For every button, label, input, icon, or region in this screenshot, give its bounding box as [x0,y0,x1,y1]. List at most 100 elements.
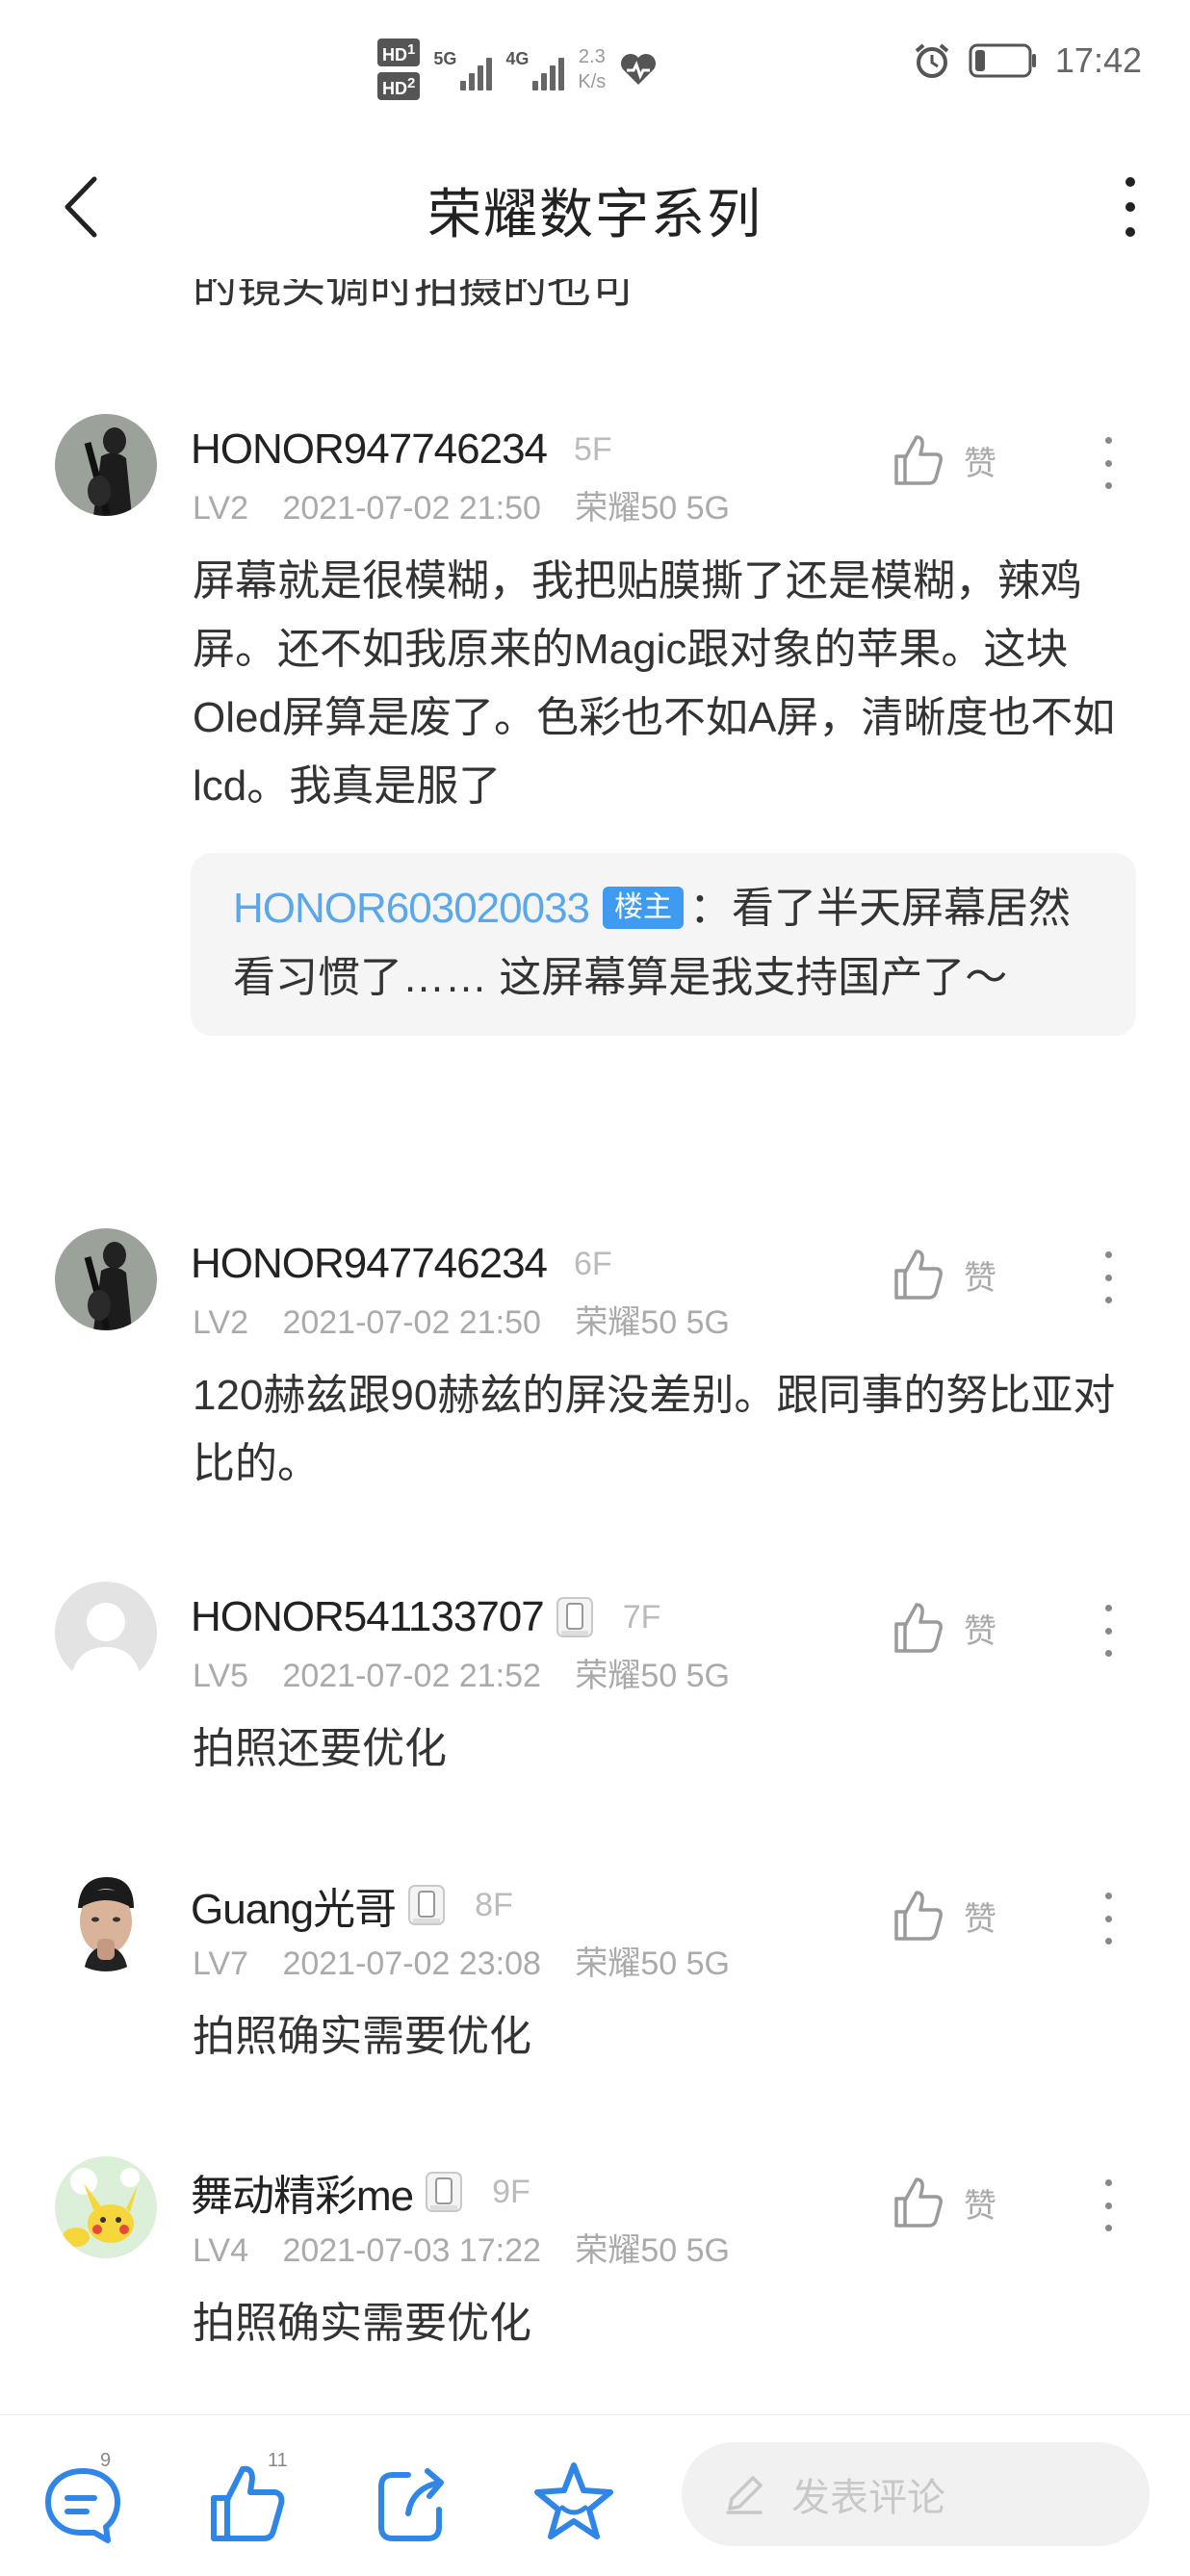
username[interactable]: HONOR947746234 [191,425,548,474]
device-name: 荣耀50 5G [575,1658,730,1694]
phone-badge-icon [408,1885,446,1925]
avatar[interactable] [55,414,157,516]
user-level: LV2 [193,490,248,527]
comment-more-button[interactable] [1098,2179,1119,2231]
user-info: 舞动精彩me 9F [191,2164,530,2220]
comment-datetime: 2021-07-02 21:50 [282,490,541,527]
like-button[interactable]: 赞 [891,1889,996,1943]
comment-more-button[interactable] [1098,1893,1119,1945]
user-level: LV4 [193,2232,248,2269]
user-level: LV7 [193,1945,248,1982]
username[interactable]: HONOR541133707 [191,1593,545,1641]
comment-more-button[interactable] [1098,1251,1119,1303]
heart-rate-icon [621,54,657,85]
comment-more-button[interactable] [1098,1605,1119,1657]
like-count: 11 [268,2450,288,2471]
comment-input[interactable]: 发表评论 [682,2442,1150,2546]
username[interactable]: 舞动精彩me [191,2161,414,2223]
clock: 17:42 [1054,40,1142,80]
like-button[interactable]: 赞 [891,2176,996,2229]
comment-text: 拍照确实需要优化 [193,2013,531,2060]
hd-indicators: HD1 HD2 [377,39,421,100]
reply-content: HONOR603020033 楼主 ：看了半天屏幕居然看习惯了…… 这屏幕算是我支持… [233,874,1092,1013]
comment-meta: LV7 2021-07-02 23:08 荣耀50 5G [193,1937,755,1984]
like-button[interactable]: 赞 [891,433,996,487]
post-like-button[interactable]: 11 [200,2450,293,2546]
comment-more-button[interactable] [1098,437,1119,489]
reply-box[interactable]: HONOR603020033 楼主 ：看了半天屏幕居然看习惯了…… 这屏幕算是我支持… [191,853,1136,1036]
signal-5g: 5G [433,49,493,90]
bottom-action-bar: 9 11 发表评论 [0,2414,1190,2576]
share-icon [378,2468,444,2541]
comment-meta: LV2 2021-07-02 21:50 荣耀50 5G [193,1296,755,1343]
user-level: LV5 [193,1658,248,1694]
comment-count: 9 [100,2450,112,2471]
floor-number: 9F [492,2173,530,2210]
top-nav: 荣耀数字系列 [0,135,1190,279]
user-info: HONOR947746234 6F [191,1236,612,1292]
avatar[interactable] [55,2156,157,2258]
more-options-button[interactable] [1111,173,1150,241]
comment-meta: LV5 2021-07-02 21:52 荣耀50 5G [193,1649,755,1696]
comment-text: 拍照还要优化 [193,1725,447,1772]
thumbs-up-icon [894,435,943,485]
device-name: 荣耀50 5G [575,2232,730,2269]
comment-datetime: 2021-07-03 17:22 [282,2232,541,2269]
comment-datetime: 2021-07-02 23:08 [282,1945,541,1982]
status-bar: HD1 HD2 5G 4G 2.3 K/s 17:42 [0,0,1190,135]
thumbs-up-icon [894,1891,943,1941]
comment-bubble-icon [45,2468,120,2543]
floor-number: 7F [622,1598,661,1636]
avatar[interactable] [55,1869,157,1971]
device-name: 荣耀50 5G [575,1304,730,1341]
phone-badge-icon [426,2172,463,2212]
device-name: 荣耀50 5G [575,1945,730,1982]
signal-4g: 4G [505,49,565,90]
status-indicators: HD1 HD2 5G 4G 2.3 K/s [377,31,658,108]
device-name: 荣耀50 5G [575,490,730,527]
status-right: 17:42 [913,40,1142,81]
comments-button[interactable]: 9 [37,2450,129,2546]
phone-badge-icon [556,1597,593,1637]
comment-meta: LV2 2021-07-02 21:50 荣耀50 5G [193,481,755,528]
comment-datetime: 2021-07-02 21:50 [282,1304,541,1341]
username[interactable]: HONOR947746234 [191,1240,548,1288]
user-level: LV2 [193,1304,248,1341]
username[interactable]: Guang光哥 [191,1874,397,1936]
thumbs-up-icon [894,1249,943,1300]
star-icon [534,2462,613,2539]
hd1-indicator: HD1 [377,39,421,66]
dot-icon [1125,227,1135,237]
user-info: Guang光哥 8F [191,1877,513,1933]
favorite-button[interactable] [528,2450,620,2546]
hd2-indicator: HD2 [377,72,421,100]
signal-bars-icon [532,52,565,90]
op-badge: 楼主 [603,887,685,929]
user-info: HONOR541133707 7F [191,1589,660,1645]
comment-datetime: 2021-07-02 21:52 [282,1658,541,1694]
avatar[interactable] [55,1228,157,1330]
page-title: 荣耀数字系列 [427,184,763,245]
alarm-icon [915,43,949,78]
floor-number: 6F [574,1245,612,1282]
signal-bars-icon [460,52,493,90]
dot-icon [1125,177,1135,187]
user-info: HONOR947746234 5F [191,422,612,477]
pencil-icon [726,2476,763,2514]
like-button[interactable]: 赞 [891,1248,996,1301]
avatar[interactable] [55,1582,157,1684]
comment-text: 120赫兹跟90赫兹的屏没差别。跟同事的努比亚对比的。 [193,1372,1116,1487]
network-speed: 2.3 K/s [578,46,607,92]
comment-text: 拍照确实需要优化 [193,2300,531,2347]
share-button[interactable] [364,2450,456,2546]
like-button[interactable]: 赞 [891,1601,996,1655]
floor-number: 8F [475,1886,513,1923]
reply-username[interactable]: HONOR603020033 [233,885,590,932]
dot-icon [1125,202,1135,212]
thumbs-up-icon [894,1603,943,1653]
thumbs-up-icon [894,2177,943,2228]
floor-number: 5F [574,430,612,468]
comment-meta: LV4 2021-07-03 17:22 荣耀50 5G [193,2224,755,2271]
scrolled-text-fragment: 的镜头调时拍摄的也可 [193,279,635,312]
comment-input-placeholder: 发表评论 [791,2477,945,2519]
